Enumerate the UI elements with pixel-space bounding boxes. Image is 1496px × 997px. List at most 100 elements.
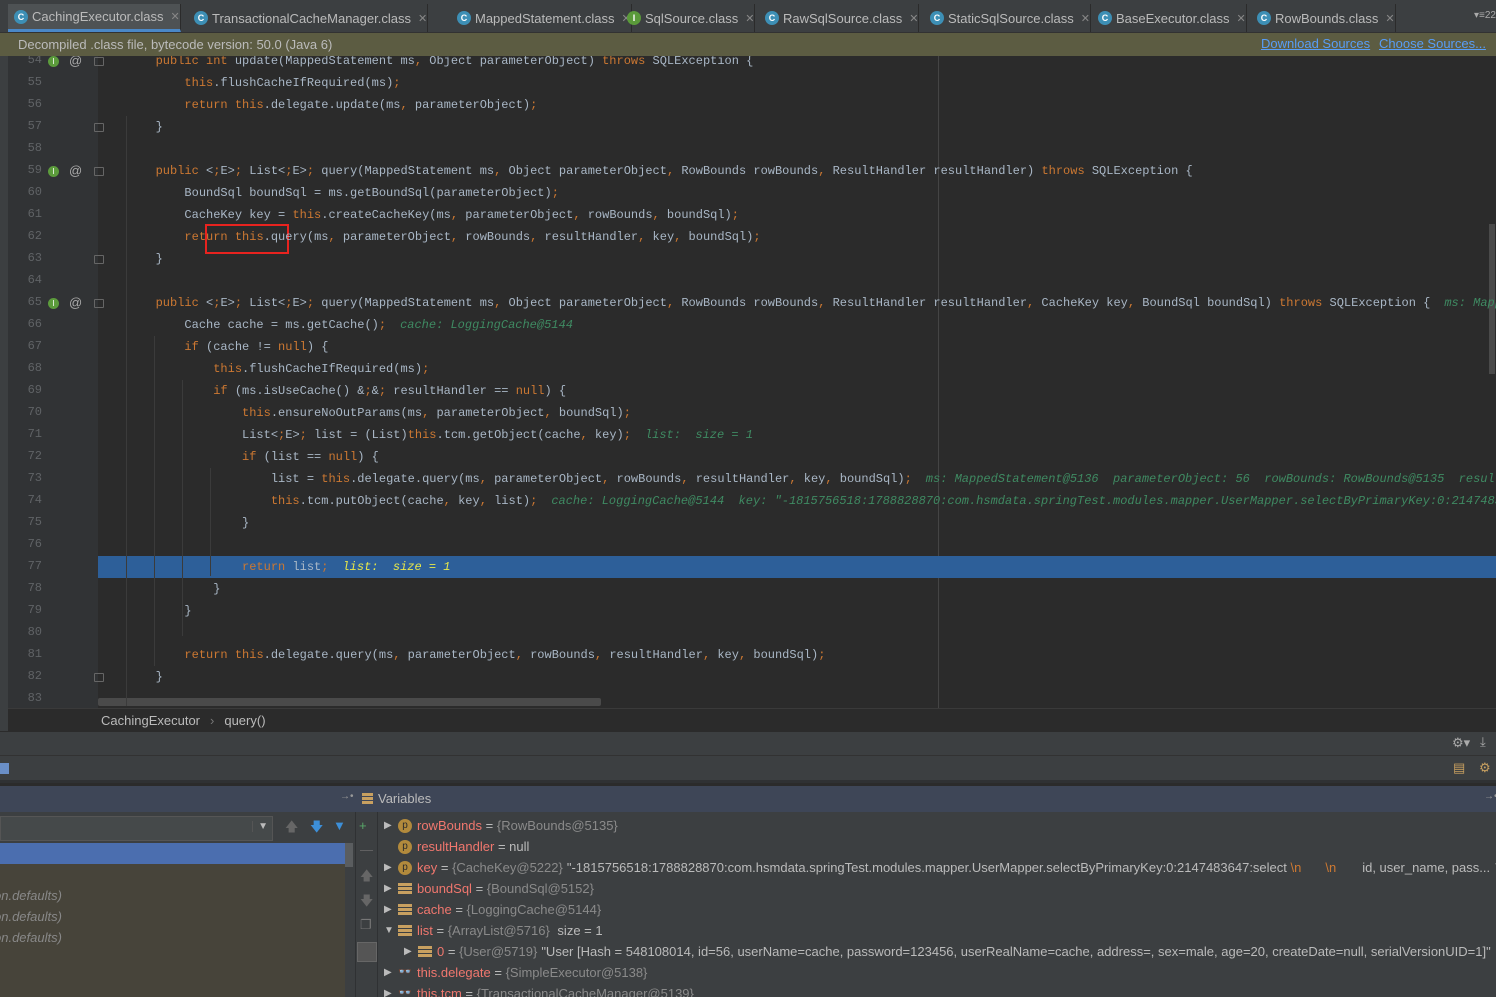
code-line[interactable]: return list; list: size = 1 [98, 556, 1496, 578]
code-line[interactable]: CacheKey key = this.createCacheKey(ms, p… [98, 204, 1496, 226]
close-icon[interactable]: ✕ [1081, 12, 1090, 25]
variable-row[interactable]: ▶ p rowBounds = {RowBounds@5135} [384, 815, 622, 836]
line-number[interactable]: 63 [20, 251, 42, 265]
frame-item[interactable]: on.defaults) [0, 885, 62, 906]
variable-row[interactable]: ▶ 👓 this.tcm = {TransactionalCacheManager@… [384, 983, 698, 997]
code-line[interactable]: Cache cache = ms.getCache(); cache: Loggi… [98, 314, 1496, 336]
tab-sqlsource[interactable]: I SqlSource.class ✕ [621, 4, 756, 32]
line-number[interactable]: 70 [20, 405, 42, 419]
move-down-icon[interactable]: 🡇 [360, 892, 373, 914]
code-line[interactable]: public <;E>; List<;E>; query(MappedState… [98, 292, 1496, 314]
code-line[interactable] [98, 688, 1496, 708]
line-number[interactable]: 59 [20, 163, 42, 177]
frame-item[interactable]: on.defaults) [0, 927, 62, 948]
close-icon[interactable]: ✕ [171, 10, 180, 23]
expand-arrow-icon[interactable]: ▶ [404, 941, 418, 962]
tab-cachingexecutor[interactable]: C CachingExecutor.class ✕ [8, 4, 181, 32]
code-line[interactable]: } [98, 512, 1496, 534]
download-sources-link[interactable]: Download Sources [1261, 36, 1370, 51]
line-number[interactable]: 55 [20, 75, 42, 89]
remove-watch-icon[interactable]: — [360, 842, 373, 857]
line-number[interactable]: 67 [20, 339, 42, 353]
line-number[interactable]: 71 [20, 427, 42, 441]
line-number[interactable]: 74 [20, 493, 42, 507]
tab-baseexecutor[interactable]: C BaseExecutor.class ✕ [1092, 4, 1247, 32]
chevron-down-icon[interactable]: ▼ [252, 821, 268, 832]
arrow-down-icon[interactable]: 🡇 [310, 818, 323, 840]
implements-method-icon[interactable]: I [48, 56, 59, 67]
breadcrumb-method[interactable]: query() [224, 713, 265, 728]
breadcrumb-class[interactable]: CachingExecutor [101, 713, 200, 728]
table-icon[interactable] [0, 763, 9, 774]
code-line[interactable] [98, 622, 1496, 644]
code-line[interactable]: if (ms.isUseCache() &;&; resultHandler =… [98, 380, 1496, 402]
close-icon[interactable]: ✕ [1236, 12, 1245, 25]
line-number[interactable]: 57 [20, 119, 42, 133]
choose-sources-link[interactable]: Choose Sources... [1379, 36, 1486, 51]
tab-rowbounds[interactable]: C RowBounds.class ✕ [1251, 4, 1396, 32]
line-number[interactable]: 77 [20, 559, 42, 573]
variable-row[interactable]: ▶ 0 = {User@5719} "User [Hash = 548108014,… [404, 941, 1491, 962]
line-number[interactable]: 78 [20, 581, 42, 595]
hide-icon[interactable]: ⤓ [1480, 734, 1486, 750]
line-number[interactable]: 81 [20, 647, 42, 661]
code-line[interactable]: return this.delegate.query(ms, parameter… [98, 644, 1496, 666]
move-up-icon[interactable]: 🡅 [360, 867, 373, 889]
line-number[interactable]: 68 [20, 361, 42, 375]
line-number[interactable]: 54 [20, 56, 42, 67]
pin-icon[interactable]: →• [340, 791, 354, 802]
selected-frame[interactable] [0, 843, 345, 864]
line-number[interactable]: 72 [20, 449, 42, 463]
code-line[interactable]: BoundSql boundSql = ms.getBoundSql(param… [98, 182, 1496, 204]
variable-row[interactable]: ▶ p key = {CacheKey@5222} "-1815756518:1788… [384, 857, 1496, 878]
variable-row[interactable]: ▶ 👓 this.delegate = {SimpleExecutor@5138} [384, 962, 651, 983]
code-editor[interactable]: 54 I @55 56 57 58 59 I @60 61 62 63 64 65 I @66 67 68 69 70… [0, 56, 1496, 708]
close-icon[interactable]: ✕ [909, 12, 918, 25]
frames-list[interactable]: on.defaults) on.defaults) on.defaults) [0, 843, 353, 997]
show-watches-icon[interactable] [357, 942, 377, 962]
thread-dropdown[interactable]: ▼ [0, 816, 273, 841]
expand-arrow-icon[interactable]: ▼ [384, 920, 398, 941]
line-number[interactable]: 69 [20, 383, 42, 397]
line-number[interactable]: 83 [20, 691, 42, 705]
line-number[interactable]: 82 [20, 669, 42, 683]
tab-overflow-button[interactable]: ▾≡22 [1474, 10, 1496, 21]
line-number[interactable]: 65 [20, 295, 42, 309]
variables-tree[interactable]: ▶ p rowBounds = {RowBounds@5135} p resultHan… [378, 812, 1496, 997]
tab-mappedstatement[interactable]: CMappedStatement.class✕ [451, 4, 632, 32]
implements-method-icon[interactable]: I [48, 298, 59, 309]
code-line[interactable]: this.flushCacheIfRequired(ms); [98, 72, 1496, 94]
line-number[interactable]: 79 [20, 603, 42, 617]
code-line[interactable]: this.flushCacheIfRequired(ms); [98, 358, 1496, 380]
code-line[interactable]: this.ensureNoOutParams(ms, parameterObje… [98, 402, 1496, 424]
variable-row[interactable]: p resultHandler = null [384, 836, 529, 857]
line-number[interactable]: 76 [20, 537, 42, 551]
code-line[interactable]: } [98, 578, 1496, 600]
close-icon[interactable]: ✕ [418, 12, 427, 25]
line-number[interactable]: 62 [20, 229, 42, 243]
line-number[interactable]: 66 [20, 317, 42, 331]
new-watch-icon[interactable]: + [359, 818, 367, 833]
code-line[interactable]: List<;E>; list = (List)this.tcm.getObjec… [98, 424, 1496, 446]
code-line[interactable]: return this.query(ms, parameterObject, r… [98, 226, 1496, 248]
line-number[interactable]: 61 [20, 207, 42, 221]
tab-transactionalcachemanager[interactable]: C TransactionalCacheManager.class ✕ [188, 4, 429, 32]
code-line[interactable] [98, 270, 1496, 292]
settings-layout-icon[interactable]: ⚙ [1479, 760, 1491, 776]
implements-method-icon[interactable]: I [48, 166, 59, 177]
gear-icon[interactable]: ⚙▾ [1452, 735, 1470, 751]
variable-row[interactable]: ▼ list = {ArrayList@5716} size = 1 [384, 920, 603, 941]
line-number[interactable]: 75 [20, 515, 42, 529]
code-line[interactable]: } [98, 248, 1496, 270]
frames-scrollbar[interactable] [345, 843, 353, 867]
code-line[interactable] [98, 138, 1496, 160]
expand-arrow-icon[interactable]: ▶ [384, 815, 398, 836]
restore-layout-icon[interactable]: ▤ [1453, 760, 1465, 776]
variable-row[interactable]: ▶ boundSql = {BoundSql@5152} [384, 878, 598, 899]
code-line[interactable]: public int update(MappedStatement ms, Ob… [98, 56, 1496, 72]
close-icon[interactable]: ✕ [745, 12, 754, 25]
arrow-up-icon[interactable]: 🡅 [285, 818, 298, 840]
close-icon[interactable]: ✕ [1385, 12, 1394, 25]
code-line[interactable] [98, 534, 1496, 556]
line-number[interactable]: 64 [20, 273, 42, 287]
